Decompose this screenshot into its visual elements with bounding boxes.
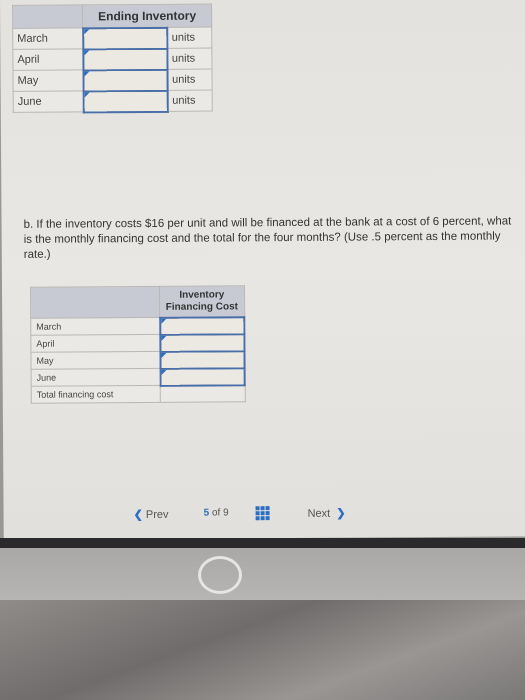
background-fabric <box>0 600 525 700</box>
prev-button[interactable]: ❮ Prev <box>134 508 169 521</box>
table-row: May units <box>12 69 213 92</box>
unit-label: units <box>166 69 213 91</box>
unit-label: units <box>167 90 213 112</box>
ending-inventory-table: Ending Inventory March units April units M… <box>12 4 213 114</box>
table-row: April <box>30 333 245 353</box>
june-cost-input[interactable] <box>160 367 245 386</box>
table-row: June units <box>13 90 213 113</box>
unit-label: units <box>166 27 212 49</box>
financing-cost-header: Inventory Financing Cost <box>159 285 245 318</box>
of-label: of <box>211 507 221 519</box>
table-row: June <box>31 367 245 387</box>
table-row: April units <box>12 48 212 71</box>
may-cost-input[interactable] <box>159 350 245 369</box>
chevron-left-icon: ❮ <box>133 509 143 522</box>
month-label: March <box>12 27 83 50</box>
prev-label: Prev <box>145 508 169 521</box>
row-label: Total financing cost <box>31 385 161 404</box>
april-cost-input[interactable] <box>159 333 245 352</box>
table-row: March units <box>12 27 212 50</box>
total-pages: 9 <box>223 507 229 519</box>
question-text: b. If the inventory costs $16 per unit a… <box>23 215 512 261</box>
table-row: May <box>30 350 245 370</box>
march-cost-input[interactable] <box>159 316 245 335</box>
row-label: May <box>30 351 161 370</box>
page-indicator: 5 of 9 <box>204 507 229 518</box>
table-row: March <box>30 316 245 336</box>
row-label: June <box>31 368 161 387</box>
pagination-bar: ❮ Prev 5 of 9 Next ❯ <box>122 502 372 530</box>
financing-cost-table: Inventory Financing Cost March April May… <box>30 285 246 404</box>
may-inventory-input[interactable] <box>82 69 168 91</box>
blank-header <box>12 4 83 29</box>
blank-header <box>30 286 160 319</box>
month-label: June <box>13 90 84 113</box>
row-label: March <box>30 317 160 336</box>
month-label: May <box>12 69 84 92</box>
row-label: April <box>30 334 160 353</box>
current-page: 5 <box>203 507 210 519</box>
table-row: Total financing cost <box>31 384 245 404</box>
next-button[interactable]: Next ❯ <box>308 507 346 520</box>
total-cost-cell <box>160 384 245 403</box>
screen: Ending Inventory March units April units M… <box>0 0 525 540</box>
month-label: April <box>12 48 83 71</box>
march-inventory-input[interactable] <box>82 27 167 49</box>
april-inventory-input[interactable] <box>82 48 167 70</box>
june-inventory-input[interactable] <box>83 90 168 112</box>
ending-inventory-header: Ending Inventory <box>82 4 212 28</box>
chevron-right-icon: ❯ <box>336 507 346 520</box>
next-label: Next <box>307 507 331 520</box>
grid-icon[interactable] <box>255 506 270 521</box>
home-button[interactable] <box>198 556 242 594</box>
unit-label: units <box>166 48 212 70</box>
